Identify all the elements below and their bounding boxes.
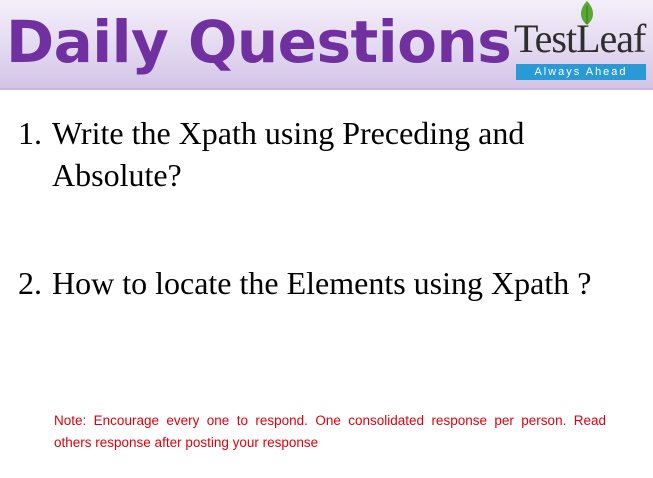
question-1: 1. Write the Xpath using Preceding and A… — [18, 112, 638, 196]
note-text: Note: Encourage every one to respond. On… — [54, 413, 606, 450]
question-text: Write the Xpath using Preceding and Abso… — [52, 115, 525, 193]
testleaf-logo: TestLeaf Always Ahead — [514, 1, 648, 82]
question-text: How to locate the Elements using Xpath ? — [52, 265, 592, 301]
question-number: 1. — [18, 115, 42, 151]
question-number: 2. — [18, 265, 42, 301]
question-2: 2. How to locate the Elements using Xpat… — [18, 262, 638, 304]
title-bar: Daily Questions TestLeaf Always Ahead — [0, 0, 653, 90]
logo-tagline: Always Ahead — [516, 64, 646, 80]
leaf-icon — [580, 1, 594, 25]
page-title: Daily Questions — [6, 8, 512, 76]
